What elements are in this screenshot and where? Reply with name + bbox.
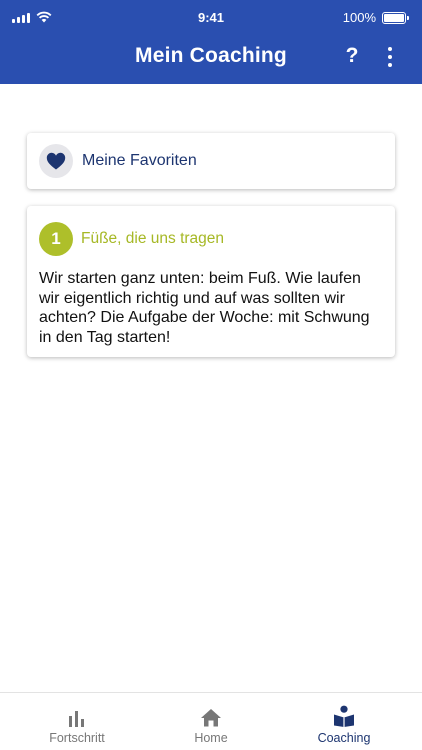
lesson-description: Wir starten ganz unten: beim Fuß. Wie la… <box>39 270 370 346</box>
app-header: 9:41 100% Mein Coaching ? <box>0 0 422 84</box>
tab-fortschritt[interactable]: Fortschritt <box>7 693 147 750</box>
lesson-number-badge: 1 <box>39 222 73 256</box>
status-right: 100% <box>342 10 409 25</box>
favorites-card[interactable]: Meine Favoriten <box>27 133 395 189</box>
bottom-tab-bar: Fortschritt Home Coaching <box>0 692 422 750</box>
tab-label-home: Home <box>194 731 228 745</box>
more-options-icon[interactable] <box>378 44 402 70</box>
reading-person-icon <box>333 705 355 727</box>
lesson-title: Füße, die uns tragen <box>81 230 225 247</box>
battery-percent: 100% <box>342 10 376 25</box>
status-bar: 9:41 100% <box>0 0 422 36</box>
favorites-icon-badge <box>39 144 73 178</box>
heart-icon <box>46 152 66 170</box>
home-icon <box>200 705 222 727</box>
lesson-header: 1 Füße, die uns tragen <box>39 222 383 256</box>
tab-label-fortschritt: Fortschritt <box>49 731 105 745</box>
lesson-card[interactable]: 1 Füße, die uns tragen Wir starten ganz … <box>27 206 395 357</box>
bar-chart-icon <box>68 705 86 727</box>
tab-label-coaching: Coaching <box>317 731 371 745</box>
tab-coaching[interactable]: Coaching <box>274 693 414 750</box>
help-button[interactable]: ? <box>340 42 364 70</box>
battery-icon <box>382 11 409 24</box>
favorites-label: Meine Favoriten <box>82 152 197 169</box>
tab-home[interactable]: Home <box>141 693 281 750</box>
